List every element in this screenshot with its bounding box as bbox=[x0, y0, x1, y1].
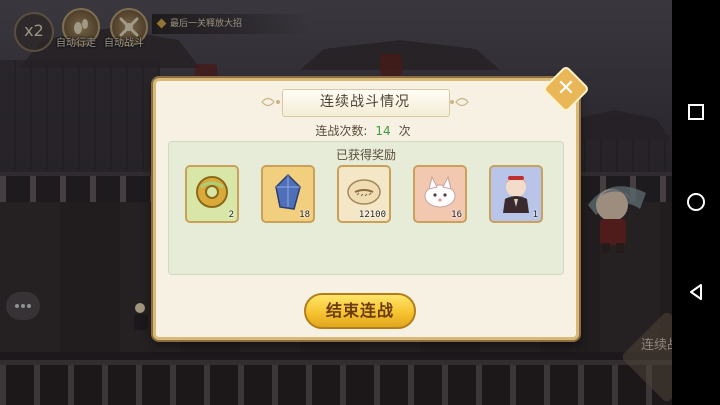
reward-quantity: 18 bbox=[299, 210, 310, 220]
reward-item[interactable]: 16 bbox=[413, 165, 467, 223]
home-icon[interactable] bbox=[686, 192, 706, 212]
dialog-title: 连续战斗情况 bbox=[320, 94, 410, 110]
battle-count-row: 连战次数: 14 次 bbox=[156, 122, 570, 139]
close-icon[interactable]: ✕ bbox=[549, 72, 583, 106]
battle-count-unit: 次 bbox=[398, 124, 411, 138]
system-nav-bar bbox=[672, 0, 720, 405]
white-fox-plush-icon bbox=[424, 175, 456, 208]
battle-count-label: 连战次数: bbox=[315, 124, 368, 138]
flourish-left-icon bbox=[261, 97, 280, 107]
rewards-panel: 已获得奖励 2 18 12100 16 1 bbox=[168, 141, 564, 275]
reward-item[interactable]: 1 bbox=[489, 165, 543, 223]
recent-apps-icon[interactable] bbox=[686, 102, 706, 122]
reward-quantity: 2 bbox=[228, 210, 234, 220]
reward-quantity: 1 bbox=[532, 210, 538, 220]
dialog-title-banner: 连续战斗情况 bbox=[260, 89, 470, 117]
blue-crystal-icon bbox=[275, 173, 301, 210]
back-icon[interactable] bbox=[686, 282, 706, 302]
rewards-title: 已获得奖励 bbox=[335, 148, 396, 162]
battle-summary-dialog: 连续战斗情况 连战次数: 14 次 已获得奖励 2 18 12100 16 1 … bbox=[153, 78, 579, 340]
gold-ring-icon bbox=[196, 176, 228, 208]
reward-item[interactable]: 2 bbox=[185, 165, 239, 223]
reward-quantity: 16 bbox=[451, 210, 462, 220]
character-portrait-icon bbox=[503, 176, 529, 213]
reward-item[interactable]: 18 bbox=[261, 165, 315, 223]
reward-quantity: 12100 bbox=[358, 210, 386, 220]
battle-count-value: 14 bbox=[375, 124, 391, 138]
shell-coin-icon bbox=[347, 179, 381, 205]
reward-item[interactable]: 12100 bbox=[337, 165, 391, 223]
flourish-right-icon bbox=[450, 97, 469, 107]
end-battle-button[interactable]: 结束连战 bbox=[304, 293, 416, 329]
